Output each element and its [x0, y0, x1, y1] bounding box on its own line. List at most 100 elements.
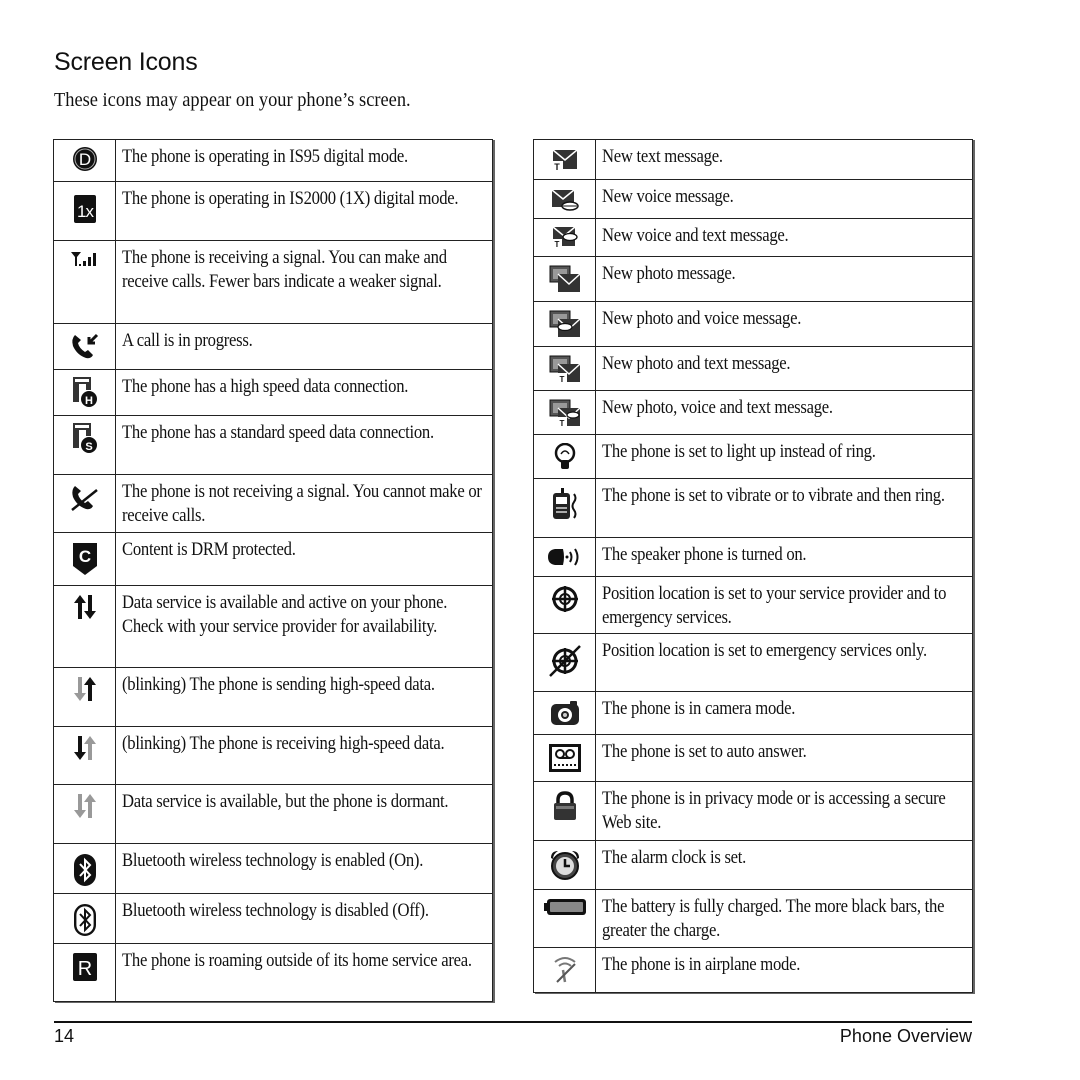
- table-row: Data service is available, but the phone…: [53, 784, 493, 844]
- icon-cell: [533, 434, 596, 479]
- icon-cell: [533, 840, 596, 890]
- drm-protected-icon: C: [72, 542, 98, 576]
- icon-cell: [53, 240, 116, 324]
- airplane-mode-icon: [551, 956, 579, 984]
- no-signal-icon: [70, 484, 100, 512]
- icon-description: The phone is operating in IS2000 (1X) di…: [122, 189, 459, 209]
- icon-description: The alarm clock is set.: [602, 848, 747, 868]
- screen-icons-table-right: T New text message. New voice message. T N…: [533, 139, 973, 993]
- svg-text:R: R: [77, 958, 91, 980]
- icon-cell: [53, 667, 116, 727]
- table-row: T New photo, voice and text message.: [533, 390, 973, 435]
- battery-full-icon: [543, 898, 587, 916]
- icon-description: The phone is set to auto answer.: [602, 742, 807, 762]
- icon-cell: [533, 947, 596, 993]
- icon-description: New photo message.: [602, 264, 736, 284]
- icon-description: The phone is not receiving a signal. You…: [122, 482, 482, 526]
- table-row: New voice message.: [533, 179, 973, 219]
- icon-cell: [53, 843, 116, 894]
- new-photo-voice-message-icon: [549, 310, 581, 338]
- icon-description: The phone has a standard speed data conn…: [122, 423, 434, 443]
- svg-text:S: S: [85, 441, 92, 453]
- icon-cell: [533, 301, 596, 347]
- location-emergency-only-icon: [548, 644, 582, 678]
- icon-description: The phone has a high speed data connecti…: [122, 377, 409, 397]
- icon-description: The phone is set to light up instead of …: [602, 442, 876, 462]
- page-number: 14: [54, 1026, 75, 1046]
- icon-description: Position location is set to emergency se…: [602, 641, 927, 661]
- icon-description: Position location is set to your service…: [602, 584, 947, 628]
- icon-cell: [53, 585, 116, 668]
- new-voice-text-message-icon: T: [551, 226, 578, 248]
- camera-mode-icon: [550, 700, 580, 726]
- new-photo-voice-text-message-icon: T: [549, 399, 581, 427]
- icon-description: The battery is fully charged. The more b…: [602, 897, 945, 941]
- icon-description: (blinking) The phone is sending high-spe…: [122, 675, 435, 695]
- table-row: S The phone has a standard speed data con…: [53, 415, 493, 475]
- table-row: Data service is available and active on …: [53, 585, 493, 668]
- standard-speed-data-icon: S: [72, 422, 98, 454]
- svg-text:T: T: [554, 240, 559, 248]
- icon-description: The speaker phone is turned on.: [602, 545, 807, 565]
- icon-description: The phone is in airplane mode.: [602, 955, 801, 975]
- icon-description: Data service is available and active on …: [122, 593, 448, 637]
- icon-cell: [53, 323, 116, 370]
- icon-description: New voice and text message.: [602, 226, 789, 246]
- table-row: A call is in progress.: [53, 323, 493, 370]
- icon-cell: C: [53, 532, 116, 586]
- table-row: Position location is set to your service…: [533, 576, 973, 634]
- digital-mode-d-icon: D: [72, 146, 98, 172]
- table-row: Bluetooth wireless technology is disable…: [53, 893, 493, 944]
- page-title: Screen Icons: [54, 48, 198, 76]
- table-row: C Content is DRM protected.: [53, 532, 493, 586]
- table-row: The phone is in airplane mode.: [533, 947, 973, 993]
- table-row: The phone is in privacy mode or is acces…: [533, 781, 973, 841]
- icon-description: Bluetooth wireless technology is enabled…: [122, 851, 424, 871]
- table-row: D The phone is operating in IS95 digital …: [53, 139, 493, 182]
- icon-cell: [533, 256, 596, 302]
- icon-cell: [53, 726, 116, 785]
- svg-text:C: C: [78, 547, 90, 566]
- roaming-icon: R: [72, 953, 97, 981]
- table-row: T New photo and text message.: [533, 346, 973, 391]
- high-speed-data-icon: H: [72, 376, 98, 408]
- icon-cell: D: [53, 139, 116, 182]
- icon-description: Content is DRM protected.: [122, 540, 296, 560]
- data-active-icon: [73, 594, 97, 620]
- icon-cell: [533, 179, 596, 219]
- table-row: Bluetooth wireless technology is enabled…: [53, 843, 493, 894]
- speakerphone-icon: [547, 547, 583, 567]
- alarm-clock-icon: [549, 849, 581, 881]
- icon-description: The phone is roaming outside of its home…: [122, 951, 472, 971]
- icon-description: New voice message.: [602, 187, 734, 207]
- screen-icons-table-left: D The phone is operating in IS95 digital …: [53, 139, 493, 1002]
- bluetooth-on-icon: [73, 854, 96, 886]
- table-row: (blinking) The phone is sending high-spe…: [53, 667, 493, 727]
- table-row: The phone is receiving a signal. You can…: [53, 240, 493, 324]
- icon-description: The phone is in privacy mode or is acces…: [602, 789, 946, 833]
- bluetooth-off-icon: [73, 904, 96, 936]
- location-on-icon: [551, 585, 579, 613]
- icon-description: The phone is operating in IS95 digital m…: [122, 147, 408, 167]
- icon-cell: 1x: [53, 181, 116, 241]
- svg-text:H: H: [85, 395, 93, 407]
- icon-cell: [533, 734, 596, 782]
- data-sending-icon: [73, 676, 97, 702]
- table-row: The battery is fully charged. The more b…: [533, 889, 973, 948]
- icon-cell: T: [533, 390, 596, 435]
- table-row: The speaker phone is turned on.: [533, 537, 973, 577]
- icon-cell: T: [533, 139, 596, 180]
- icon-cell: [533, 537, 596, 577]
- table-row: The phone is set to vibrate or to vibrat…: [533, 478, 973, 538]
- new-photo-text-message-icon: T: [549, 355, 581, 383]
- new-voice-message-icon: [551, 189, 579, 211]
- icon-description: Bluetooth wireless technology is disable…: [122, 901, 429, 921]
- light-up-icon: [554, 443, 576, 471]
- table-row: The phone is set to light up instead of …: [533, 434, 973, 479]
- vibrate-icon: [551, 488, 579, 520]
- table-row: The phone is not receiving a signal. You…: [53, 474, 493, 533]
- icon-description: The phone is set to vibrate or to vibrat…: [602, 486, 945, 506]
- icon-description: The phone is in camera mode.: [602, 699, 796, 719]
- section-name: Phone Overview: [839, 1026, 972, 1046]
- icon-cell: [533, 633, 596, 692]
